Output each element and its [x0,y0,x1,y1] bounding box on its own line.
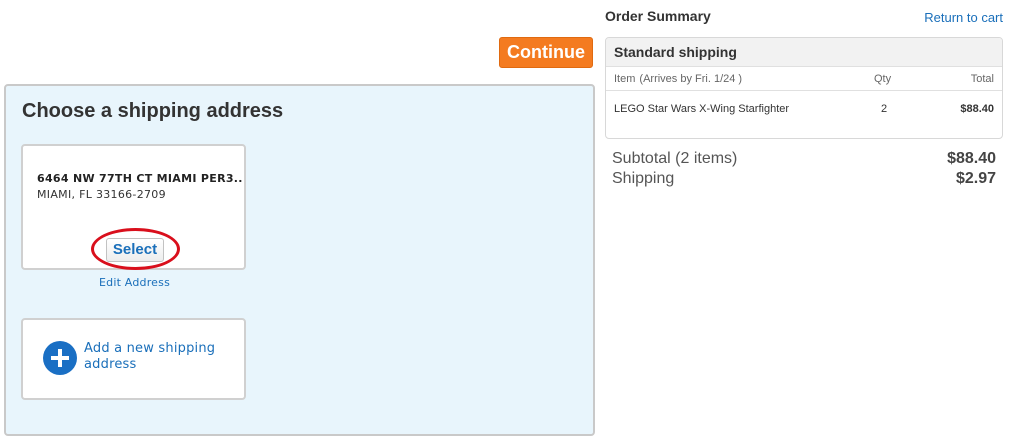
item-qty: 2 [881,103,888,115]
subtotal-row: Subtotal (2 items) $88.40 [612,150,996,170]
continue-button[interactable]: Continue [499,37,593,68]
return-to-cart-link[interactable]: Return to cart [924,10,1003,25]
red-highlight-circle [91,228,180,270]
total-column-header: Total [970,73,994,85]
edit-address-link[interactable]: Edit Address [99,276,170,289]
qty-column-header: Qty [874,73,892,85]
subtotal-label: Subtotal (2 items) [612,150,738,167]
arrival-date-label: (Arrives by Fri. 1/24 ) [639,73,743,85]
shipping-address-panel: Choose a shipping address 6464 NW 77TH C… [4,84,595,436]
address-card: 6464 NW 77TH CT MIAMI PER3... MIAMI, FL … [21,144,246,270]
shipping-address-title: Choose a shipping address [22,100,284,122]
item-column-header: Item (Arrives by Fri. 1/24 ) [614,73,742,85]
summary-column-headers: Item (Arrives by Fri. 1/24 ) Qty Total [606,66,1002,91]
shipping-cost-row: Shipping $2.97 [612,170,996,190]
shipping-cost-value: $2.97 [955,170,996,187]
item-total: $88.40 [960,103,994,115]
order-summary-box: Standard shipping Item (Arrives by Fri. 1… [605,37,1003,139]
item-name: LEGO Star Wars X-Wing Starfighter [614,103,790,115]
order-summary-title: Order Summary [605,8,711,24]
add-new-address-card[interactable]: Add a new shipping address [21,318,246,400]
table-row: LEGO Star Wars X-Wing Starfighter 2 $88.… [606,91,1002,131]
shipping-method-heading: Standard shipping [606,38,1002,66]
add-new-address-label: Add a new shipping address [84,341,216,372]
plus-circle-icon [43,341,77,375]
order-totals: Subtotal (2 items) $88.40 Shipping $2.97 [612,150,996,190]
shipping-cost-label: Shipping [612,170,675,187]
address-line-1: 6464 NW 77TH CT MIAMI PER3... [37,172,242,185]
subtotal-value: $88.40 [947,150,996,167]
address-line-2: MIAMI, FL 33166-2709 [37,188,166,201]
item-header-label: Item [614,73,636,85]
